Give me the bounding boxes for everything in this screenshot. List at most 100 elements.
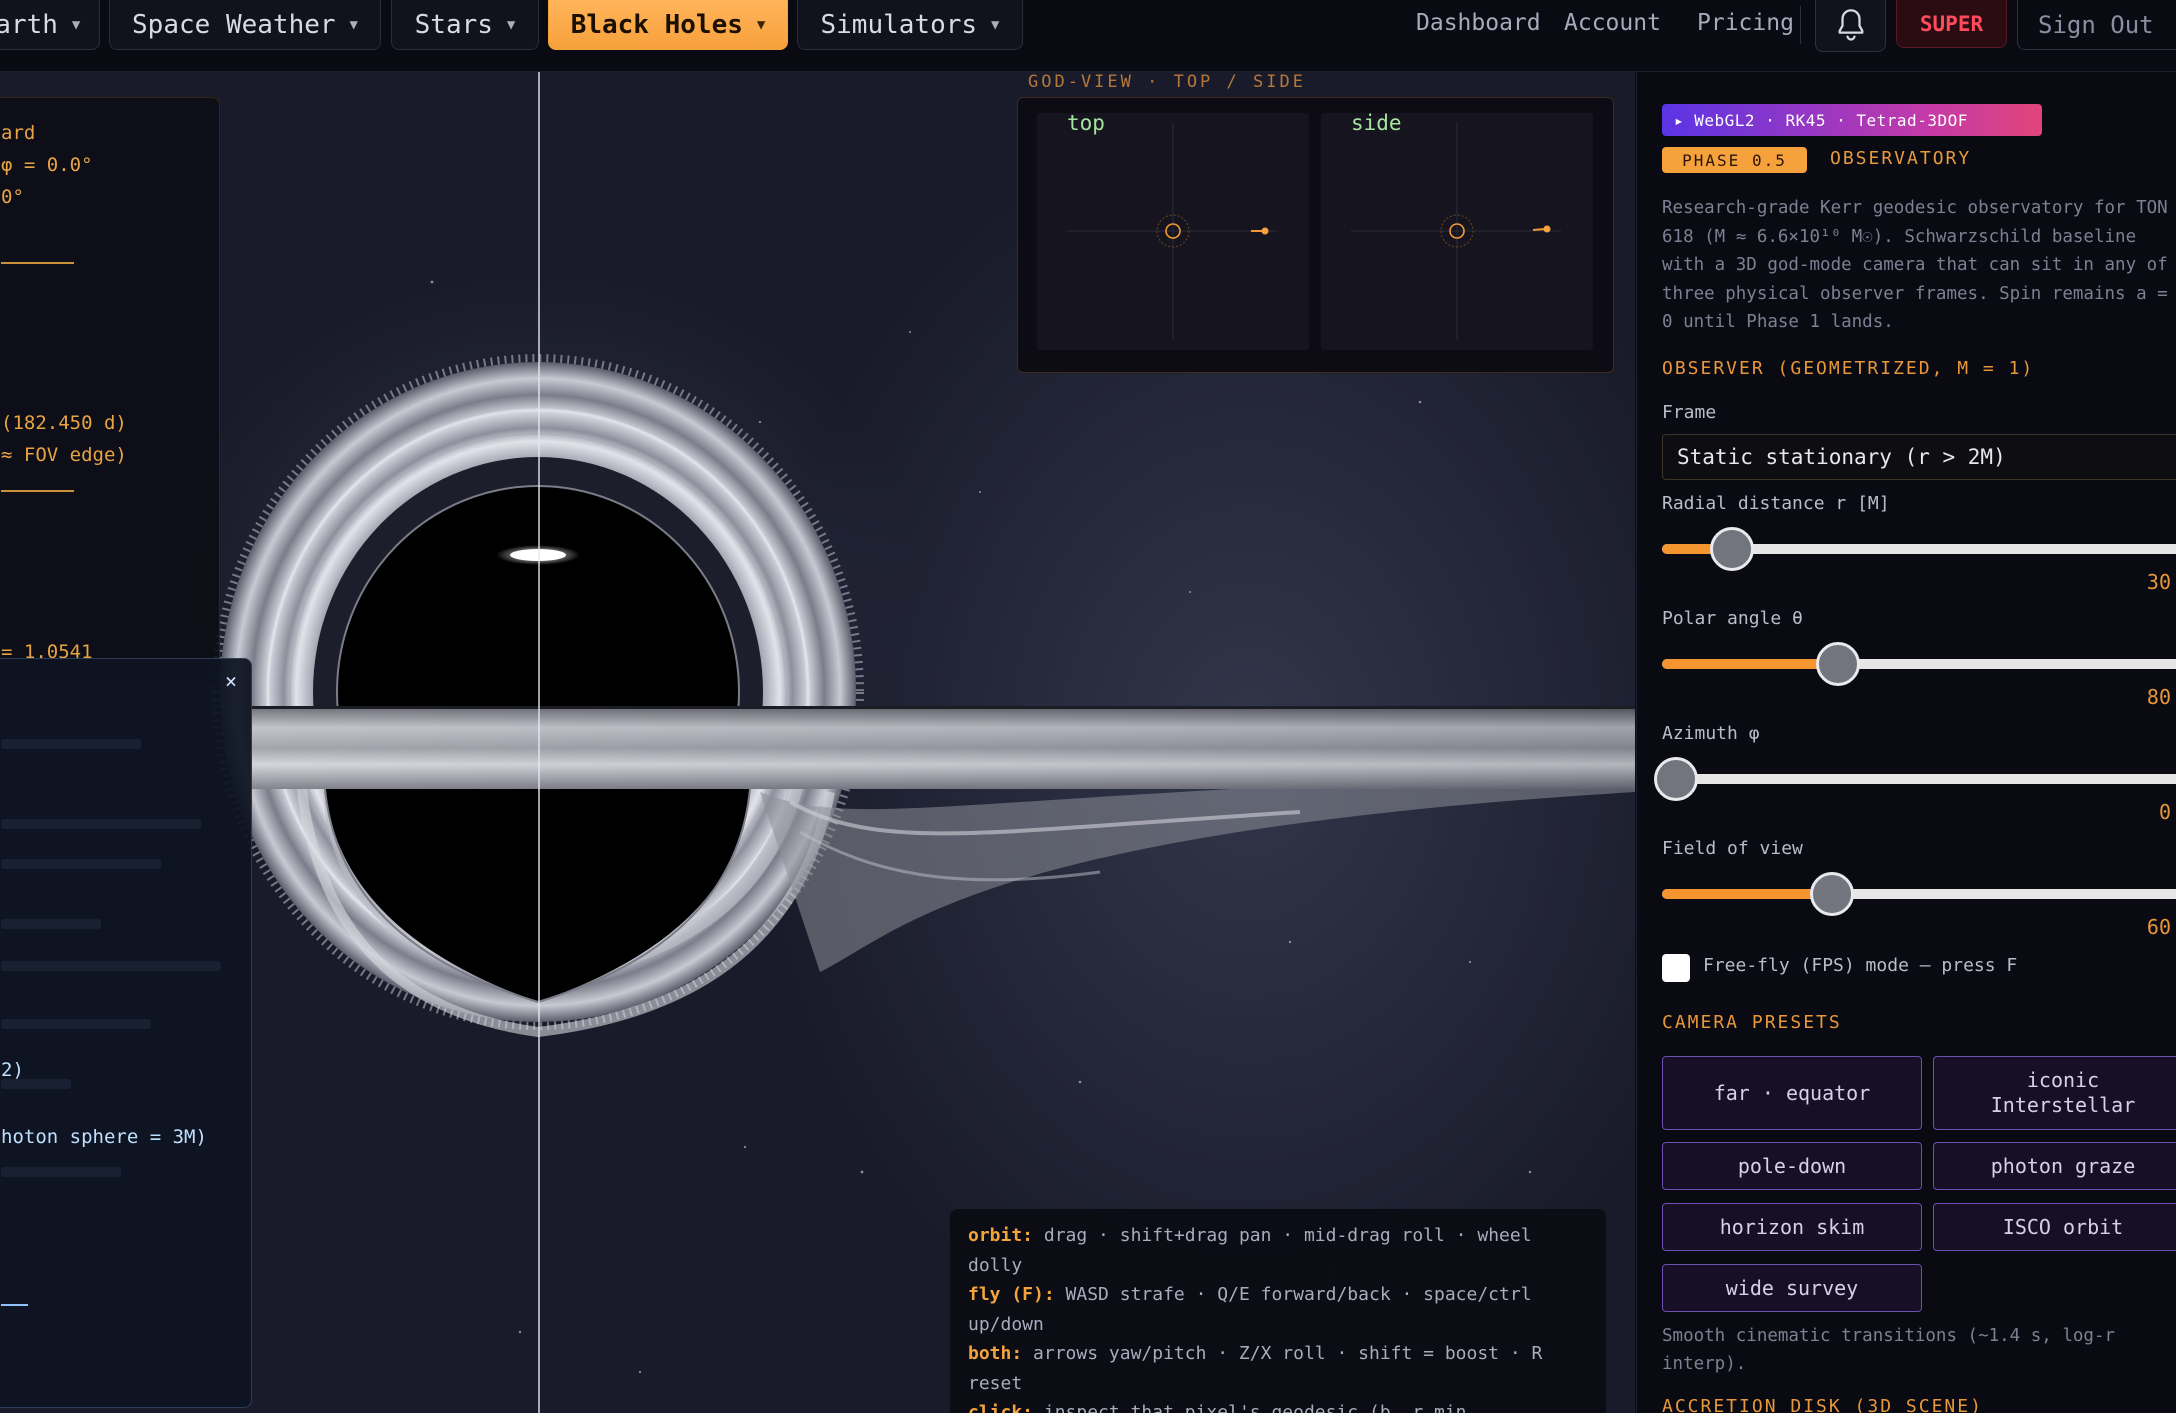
faded-text bbox=[1, 919, 101, 929]
crosshair-vertical bbox=[538, 72, 540, 1413]
radial-distance-slider[interactable] bbox=[1662, 527, 2176, 571]
notifications-button[interactable] bbox=[1815, 0, 1886, 52]
observatory-tag: OBSERVATORY bbox=[1830, 148, 1972, 169]
slider-thumb[interactable] bbox=[1810, 872, 1855, 916]
close-icon[interactable]: × bbox=[225, 669, 237, 693]
help-key: both: bbox=[968, 1343, 1023, 1364]
azimuth-value: 0 bbox=[2158, 800, 2171, 824]
preset-photon-graze[interactable]: photon graze bbox=[1933, 1142, 2176, 1190]
nav-divider bbox=[1800, 6, 1801, 44]
readout-divider bbox=[1, 262, 74, 264]
disk-heading: ACCRETION DISK (3D SCENE) bbox=[1662, 1396, 1983, 1413]
observer-heading: OBSERVER (GEOMETRIZED, M = 1) bbox=[1662, 358, 2035, 379]
readout-panel: ard φ = 0.0° 0° (182.450 d) ≈ FOV edge) … bbox=[0, 97, 220, 687]
faded-text bbox=[1, 819, 201, 829]
godview-panel: top side bbox=[1017, 97, 1614, 373]
polar-angle-slider[interactable] bbox=[1662, 642, 2176, 686]
slider-thumb[interactable] bbox=[1654, 757, 1698, 801]
preset-iconic-interstellar[interactable]: iconic Interstellar bbox=[1933, 1056, 2176, 1130]
godview-top-pane[interactable]: top bbox=[1037, 113, 1309, 350]
freefly-label: Free-fly (FPS) mode — press F bbox=[1703, 955, 2018, 976]
help-key: orbit: bbox=[968, 1225, 1034, 1246]
nav-tab-black-holes[interactable]: Black Holes ▼ bbox=[548, 0, 788, 50]
faded-text bbox=[1, 1019, 151, 1029]
bell-icon bbox=[1838, 8, 1863, 41]
top-nav: Earth ▼ Space Weather ▼ Stars ▼ Black Holes… bbox=[0, 0, 2176, 72]
godview-side-map bbox=[1351, 123, 1561, 340]
faded-text bbox=[1, 739, 141, 749]
godview-title: GOD-VIEW · TOP / SIDE bbox=[1028, 72, 1306, 92]
fov-slider[interactable] bbox=[1662, 872, 2176, 916]
help-orbit: orbit: drag · shift+drag pan · mid-drag … bbox=[968, 1221, 1588, 1280]
azimuth-label: Azimuth φ bbox=[1662, 723, 1760, 744]
slider-fill bbox=[1662, 889, 1827, 899]
godview-side-label: side bbox=[1351, 113, 1402, 135]
preset-wide-survey[interactable]: wide survey bbox=[1662, 1264, 1922, 1312]
nav-tab-earth[interactable]: Earth ▼ bbox=[0, 0, 100, 50]
nav-tab-label: Stars bbox=[414, 9, 493, 40]
preset-isco-orbit[interactable]: ISCO orbit bbox=[1933, 1203, 2176, 1251]
polar-angle-value: 80 bbox=[2146, 685, 2171, 709]
godview-top-map bbox=[1067, 123, 1277, 340]
freefly-checkbox[interactable] bbox=[1662, 954, 1690, 982]
faded-text bbox=[1, 1167, 121, 1177]
readout-line: ard bbox=[1, 122, 36, 144]
panel-description: Research-grade Kerr geodesic observatory… bbox=[1662, 198, 2168, 332]
preset-pole-down[interactable]: pole-down bbox=[1662, 1142, 1922, 1190]
chevron-down-icon: ▼ bbox=[991, 16, 1000, 33]
super-plan-badge[interactable]: SUPER bbox=[1896, 0, 2007, 48]
dialog-line: hoton sphere = 3M) bbox=[1, 1126, 207, 1148]
slider-thumb[interactable] bbox=[1815, 642, 1860, 686]
nav-tab-label: Simulators bbox=[820, 9, 978, 40]
slider-fill bbox=[1662, 659, 1832, 669]
help-key: click: bbox=[968, 1402, 1034, 1413]
phase-badge: PHASE 0.5 bbox=[1662, 147, 1807, 173]
readout-line: φ = 0.0° bbox=[1, 154, 93, 176]
godview-side-pane[interactable]: side bbox=[1321, 113, 1593, 350]
readout-line: ≈ FOV edge) bbox=[1, 444, 127, 466]
radial-distance-label: Radial distance r [M] bbox=[1662, 493, 1890, 514]
chevron-down-icon: ▼ bbox=[756, 16, 766, 33]
nav-link-dashboard[interactable]: Dashboard bbox=[1416, 10, 1541, 36]
polar-angle-label: Polar angle θ bbox=[1662, 608, 1803, 629]
preset-far-equator[interactable]: far · equator bbox=[1662, 1056, 1922, 1130]
chevron-down-icon: ▼ bbox=[506, 16, 516, 33]
godview-top-label: top bbox=[1067, 113, 1105, 135]
presets-note: Smooth cinematic transitions (~1.4 s, lo… bbox=[1662, 1326, 2116, 1374]
nav-link-pricing[interactable]: Pricing bbox=[1697, 10, 1794, 36]
help-text: arrows yaw/pitch · Z/X roll · shift = bo… bbox=[968, 1343, 1543, 1394]
faded-text bbox=[1, 859, 161, 869]
sign-out-button[interactable]: Sign Out bbox=[2017, 0, 2176, 50]
readout-divider bbox=[1, 490, 74, 492]
azimuth-slider[interactable] bbox=[1654, 757, 2176, 801]
observatory-panel: ▸ WebGL2 · RK45 · Tetrad-3DOF PHASE 0.5 … bbox=[1636, 72, 2176, 1413]
fov-label: Field of view bbox=[1662, 838, 1803, 859]
help-both: both: arrows yaw/pitch · Z/X roll · shif… bbox=[968, 1339, 1588, 1398]
nav-tab-label: Black Holes bbox=[570, 9, 743, 40]
render-viewport[interactable]: ard φ = 0.0° 0° (182.450 d) ≈ FOV edge) … bbox=[0, 72, 1635, 1413]
dialog-divider bbox=[1, 1304, 28, 1306]
help-fly: fly (F): WASD strafe · Q/E forward/back … bbox=[968, 1280, 1588, 1339]
fov-value: 60 bbox=[2146, 915, 2171, 939]
help-text: drag · shift+drag pan · mid-drag roll · … bbox=[968, 1225, 1532, 1276]
nav-tab-label: Earth bbox=[0, 9, 58, 40]
nav-tab-label: Space Weather bbox=[132, 9, 336, 40]
chevron-down-icon: ▼ bbox=[71, 16, 81, 33]
frame-label: Frame bbox=[1662, 402, 1717, 423]
frame-select[interactable]: Static stationary (r > 2M) ⌄ bbox=[1662, 434, 2176, 480]
chevron-down-icon: ▼ bbox=[349, 16, 358, 33]
nav-tab-space-weather[interactable]: Space Weather ▼ bbox=[109, 0, 381, 50]
nav-tab-stars[interactable]: Stars ▼ bbox=[391, 0, 539, 50]
nav-link-account[interactable]: Account bbox=[1564, 10, 1661, 36]
preset-horizon-skim[interactable]: horizon skim bbox=[1662, 1203, 1922, 1251]
controls-help: orbit: drag · shift+drag pan · mid-drag … bbox=[950, 1209, 1606, 1413]
nav-tab-simulators[interactable]: Simulators ▼ bbox=[797, 0, 1023, 50]
readout-line: (182.450 d) bbox=[1, 412, 127, 434]
help-key: fly (F): bbox=[968, 1284, 1055, 1305]
help-text: inspect that pixel's geodesic (b, r_min,… bbox=[1043, 1402, 1521, 1413]
help-click: click: inspect that pixel's geodesic (b,… bbox=[968, 1398, 1588, 1413]
radial-distance-value: 30 bbox=[2146, 570, 2171, 594]
readout-line: 0° bbox=[1, 186, 24, 208]
faded-text bbox=[1, 961, 221, 971]
slider-thumb[interactable] bbox=[1709, 527, 1754, 571]
